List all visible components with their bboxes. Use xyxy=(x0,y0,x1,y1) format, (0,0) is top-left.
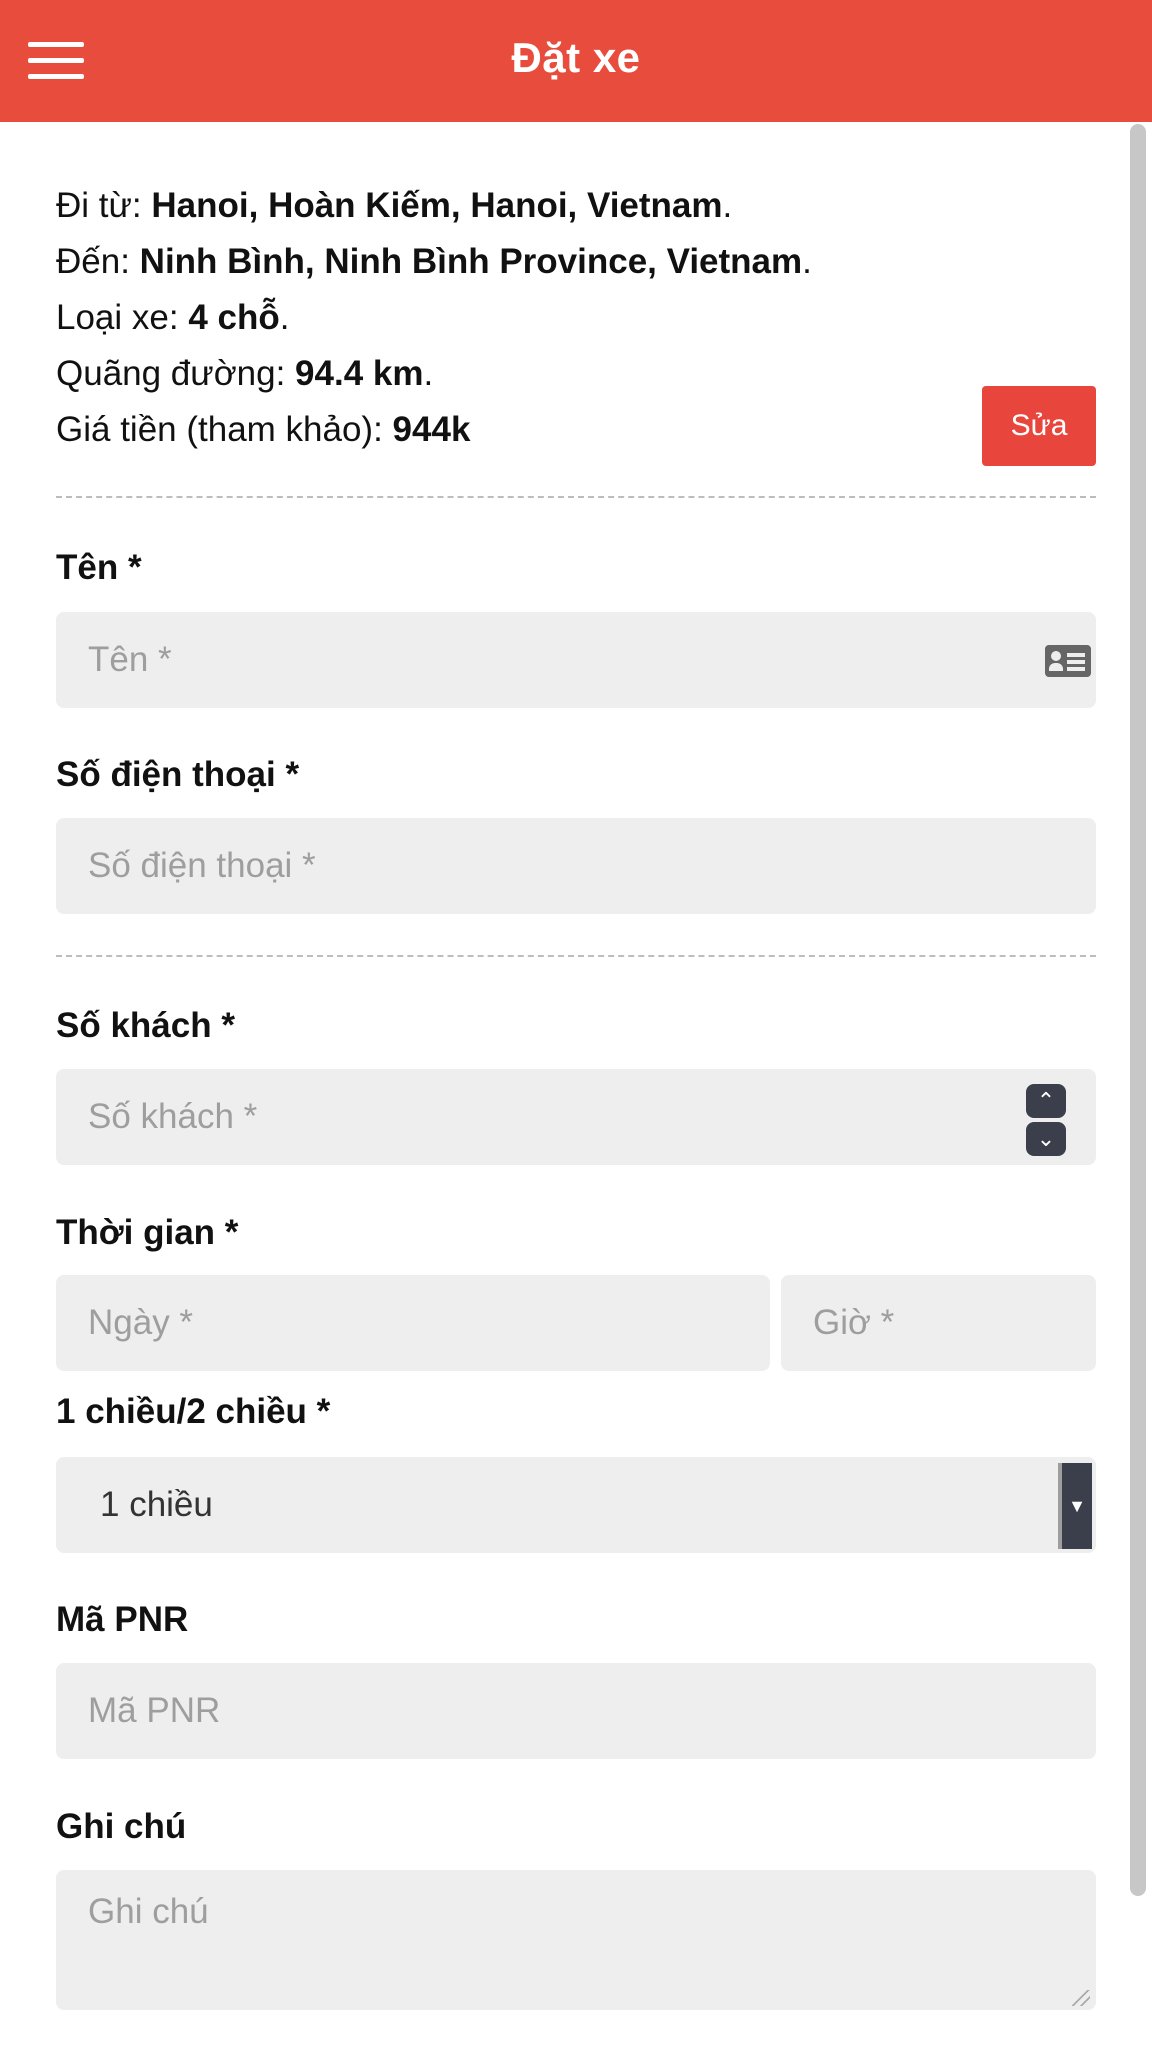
note-label: Ghi chú xyxy=(56,1807,187,1846)
pnr-label: Mã PNR xyxy=(56,1600,189,1639)
summary-price: Giá tiền (tham khảo): 944k xyxy=(56,410,471,449)
dashed-divider xyxy=(56,955,1096,957)
hour-input[interactable] xyxy=(781,1275,1096,1371)
phone-label: Số điện thoại * xyxy=(56,755,300,794)
from-value: Hanoi, Hoàn Kiếm, Hanoi, Vietnam xyxy=(151,186,723,225)
passengers-input[interactable] xyxy=(56,1069,1096,1165)
summary-vehicle: Loại xe: 4 chỗ. xyxy=(56,298,290,337)
note-textarea[interactable] xyxy=(56,1870,1096,2010)
trip-type-value: 1 chiều xyxy=(100,1485,213,1524)
time-label: Thời gian * xyxy=(56,1213,239,1252)
trip-type-select[interactable]: 1 chiều xyxy=(56,1457,1096,1553)
quantity-stepper[interactable]: ⌃ ⌄ xyxy=(1026,1084,1066,1156)
passengers-label: Số khách * xyxy=(56,1006,235,1045)
vehicle-value: 4 chỗ xyxy=(188,298,280,337)
page-title: Đặt xe xyxy=(511,34,641,81)
name-input[interactable] xyxy=(56,612,1096,708)
caret-down-icon[interactable]: ▼ xyxy=(1058,1463,1092,1549)
scrollbar[interactable] xyxy=(1130,124,1146,1896)
trip-type-label: 1 chiều/2 chiều * xyxy=(56,1392,331,1431)
dashed-divider xyxy=(56,496,1096,498)
to-value: Ninh Bình, Ninh Bình Province, Vietnam xyxy=(139,242,803,281)
name-label: Tên * xyxy=(56,548,142,587)
date-input[interactable] xyxy=(56,1275,770,1371)
summary-from: Đi từ: Hanoi, Hoàn Kiếm, Hanoi, Vietnam. xyxy=(56,186,733,225)
id-card-icon xyxy=(1045,645,1091,677)
top-app-bar: Đặt xe xyxy=(0,0,1152,122)
summary-to: Đến: Ninh Bình, Ninh Bình Province, Viet… xyxy=(56,242,812,281)
trip-summary: Đi từ: Hanoi, Hoàn Kiếm, Hanoi, Vietnam.… xyxy=(56,178,812,458)
chevron-up-icon[interactable]: ⌃ xyxy=(1026,1084,1066,1118)
edit-button[interactable]: Sửa xyxy=(982,386,1096,466)
chevron-down-icon[interactable]: ⌄ xyxy=(1026,1122,1066,1156)
price-value: 944k xyxy=(392,410,471,449)
resize-handle-icon[interactable] xyxy=(1072,1990,1090,2006)
pnr-input[interactable] xyxy=(56,1663,1096,1759)
distance-value: 94.4 km xyxy=(295,354,424,393)
summary-distance: Quãng đường: 94.4 km. xyxy=(56,354,434,393)
phone-input[interactable] xyxy=(56,818,1096,914)
